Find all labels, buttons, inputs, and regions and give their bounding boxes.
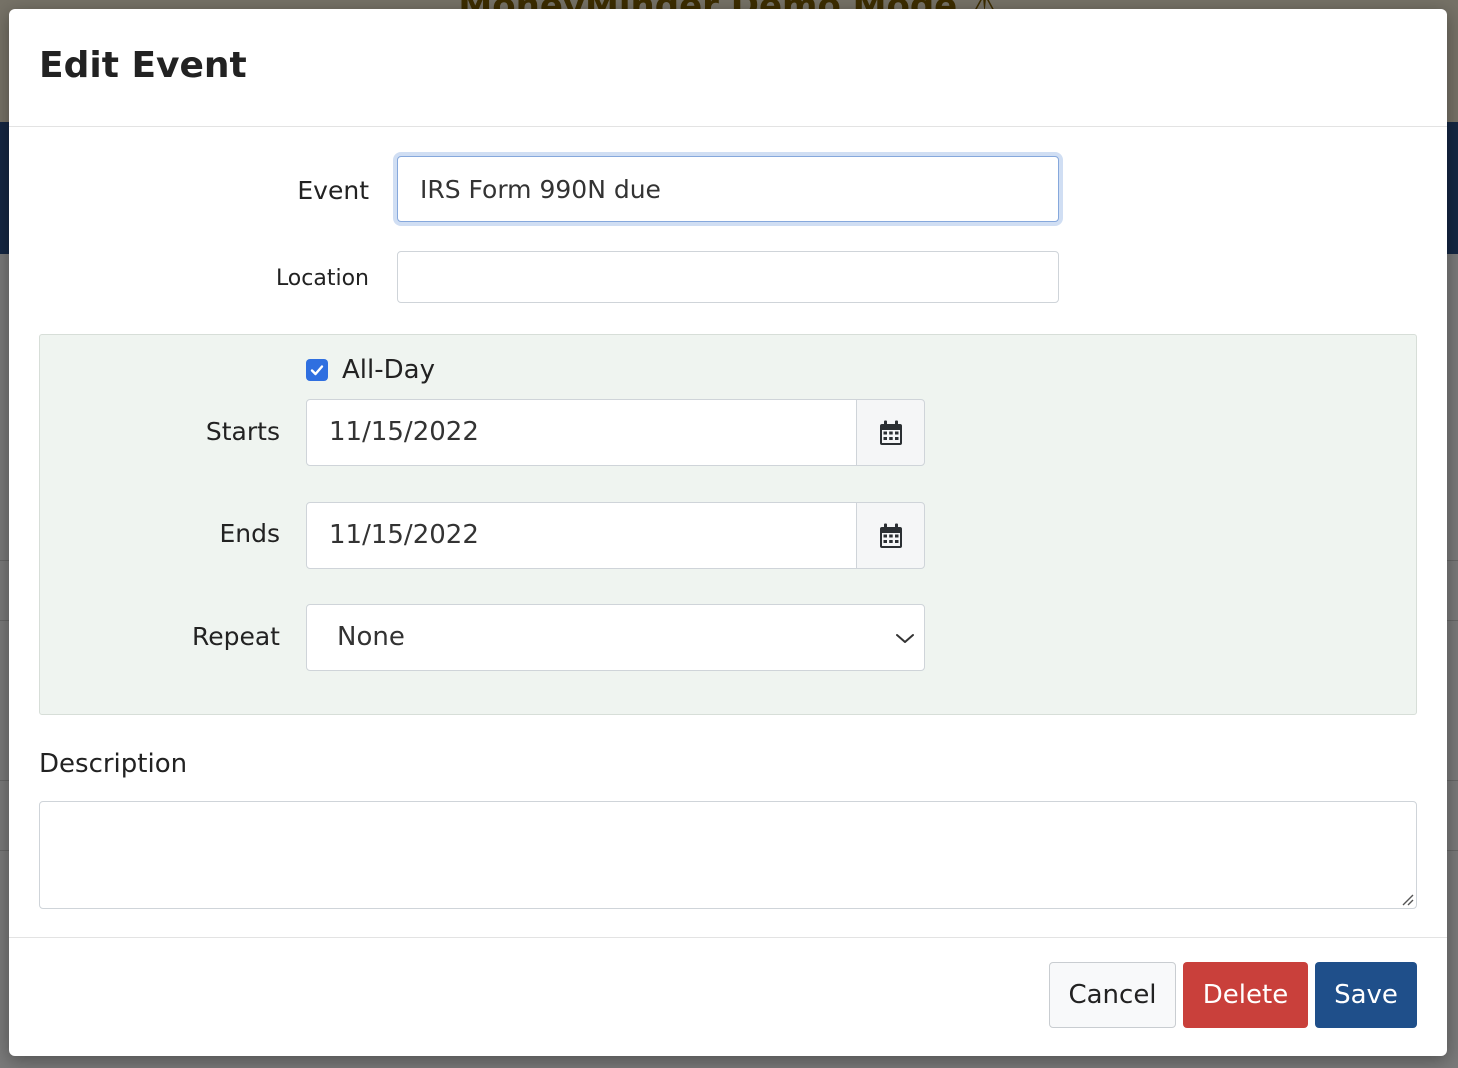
all-day-label[interactable]: All-Day <box>342 355 435 385</box>
edit-event-modal: Edit Event Event Location All-Day Starts… <box>9 9 1447 1056</box>
event-label: Event <box>297 176 369 205</box>
repeat-label: Repeat <box>191 622 280 651</box>
modal-header: Edit Event <box>9 9 1447 127</box>
starts-label: Starts <box>205 417 280 446</box>
all-day-checkbox[interactable] <box>306 359 328 381</box>
chevron-down-icon <box>896 634 914 643</box>
check-icon <box>310 365 324 376</box>
calendar-icon <box>879 523 902 548</box>
location-input[interactable] <box>397 251 1059 303</box>
description-label: Description <box>39 749 188 779</box>
delete-button[interactable]: Delete <box>1183 962 1308 1028</box>
description-textarea[interactable] <box>39 801 1417 909</box>
starts-date-group: 11/15/2022 <box>306 399 925 466</box>
event-input[interactable] <box>397 156 1059 222</box>
repeat-select[interactable]: None <box>306 604 925 671</box>
location-label: Location <box>275 266 369 291</box>
repeat-selected-value: None <box>337 622 405 652</box>
resize-handle-icon[interactable] <box>1400 892 1414 906</box>
ends-date-input[interactable]: 11/15/2022 <box>306 502 857 569</box>
ends-label: Ends <box>219 519 280 548</box>
cancel-button[interactable]: Cancel <box>1049 962 1176 1028</box>
save-button[interactable]: Save <box>1315 962 1417 1028</box>
date-panel: All-Day Starts 11/15/2022 Ends 11/15/202… <box>39 334 1417 715</box>
starts-calendar-button[interactable] <box>856 399 925 466</box>
modal-footer: Cancel Delete Save <box>9 937 1447 1056</box>
starts-date-input[interactable]: 11/15/2022 <box>306 399 857 466</box>
ends-calendar-button[interactable] <box>856 502 925 569</box>
calendar-icon <box>879 420 902 445</box>
modal-title: Edit Event <box>39 45 247 86</box>
ends-date-group: 11/15/2022 <box>306 502 925 569</box>
